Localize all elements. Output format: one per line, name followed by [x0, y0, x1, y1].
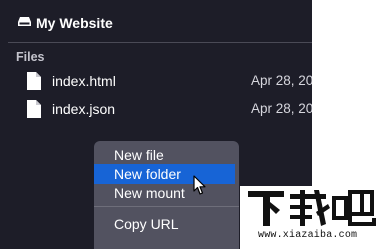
menu-item-new-file[interactable]: New file [94, 145, 239, 165]
file-row-index-html[interactable]: index.html Apr 28, 20 [0, 71, 312, 95]
files-section-label: Files [16, 50, 45, 64]
menu-item-label: Copy URL [114, 216, 179, 232]
site-title: My Website [36, 15, 113, 31]
menu-separator [94, 206, 239, 207]
file-date: Apr 28, 20 [251, 101, 312, 116]
menu-item-new-mount[interactable]: New mount [94, 183, 239, 203]
menu-item-label: New file [114, 147, 164, 163]
file-date: Apr 28, 20 [251, 73, 312, 88]
pointer-cursor-icon [193, 175, 206, 195]
drive-icon [18, 17, 31, 26]
watermark-url: www.xiazaiba.com [258, 230, 358, 241]
menu-item-copy-url[interactable]: Copy URL [94, 214, 239, 234]
title-bar: My Website [0, 0, 312, 42]
menu-item-label: New mount [114, 185, 185, 201]
file-name: index.json [52, 101, 116, 117]
watermark-logo [248, 190, 376, 226]
file-name: index.html [52, 73, 116, 89]
file-row-index-json[interactable]: index.json Apr 28, 20 [0, 99, 312, 123]
menu-item-new-folder[interactable]: New folder [94, 164, 235, 184]
header-divider [8, 42, 312, 43]
file-icon [27, 100, 41, 118]
file-icon [27, 72, 41, 90]
menu-item-label: New folder [114, 166, 181, 182]
context-menu: New file New folder New mount Copy URL [94, 141, 239, 249]
